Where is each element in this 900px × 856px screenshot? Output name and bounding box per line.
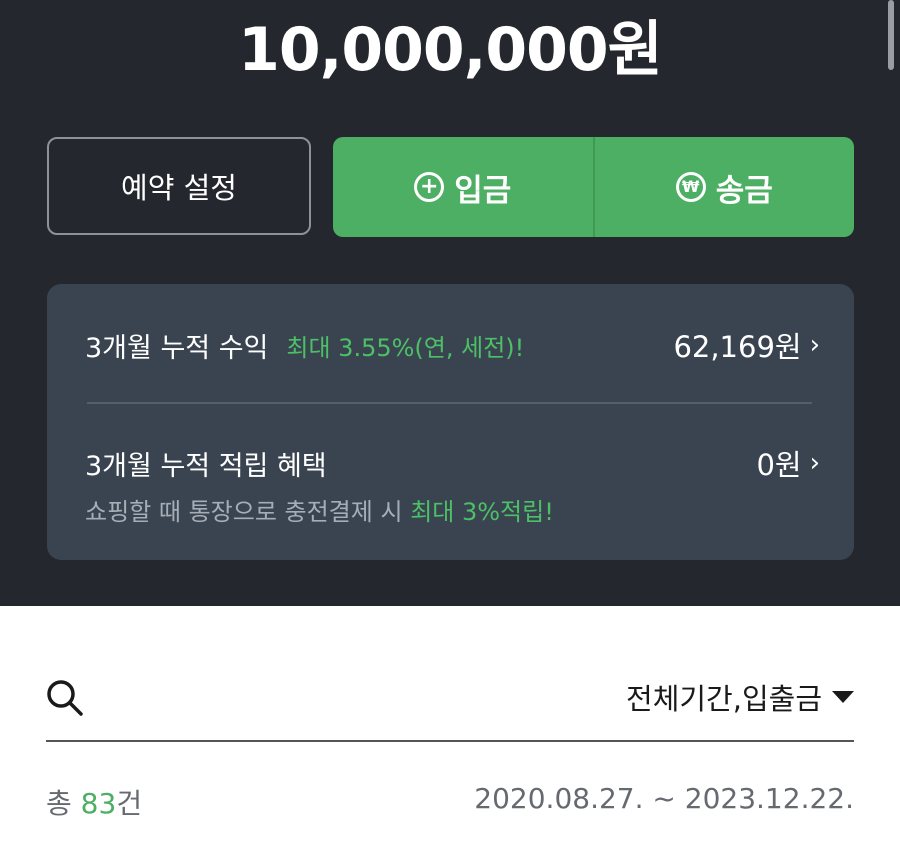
reward-row[interactable]: 3개월 누적 적립 혜택 0원 › [85,442,820,484]
period-filter-dropdown[interactable]: 전체기간,입출금 [626,676,854,718]
schedule-button-label: 예약 설정 [121,171,237,205]
reward-description-text: 쇼핑할 때 통장으로 충전결제 시 [85,498,411,526]
deposit-button-label: 입금 [454,172,512,209]
interest-value: 62,169원 [673,330,802,364]
transaction-count: 총 83건 [46,782,142,822]
period-filter-label: 전체기간,입출금 [626,682,822,716]
reward-value-group: 0원 › [756,442,820,484]
interest-title: 3개월 누적 수익 [85,332,269,364]
interest-rate: 최대 3.55%(연, 세전)! [286,333,525,362]
chevron-right-icon: › [809,330,820,360]
reward-value: 0원 [756,448,802,482]
caret-down-icon [832,691,854,703]
schedule-button[interactable]: 예약 설정 [47,137,311,235]
filter-divider [46,740,854,742]
reward-description: 쇼핑할 때 통장으로 충전결제 시 최대 3%적립! [85,492,554,527]
interest-value-group: 62,169원 › [673,324,820,366]
count-prefix: 총 [46,787,81,820]
interest-row[interactable]: 3개월 누적 수익 최대 3.55%(연, 세전)! 62,169원 › [85,324,820,366]
transfer-button-label: 송금 [715,172,773,209]
account-balance: 10,000,000원 [238,15,663,85]
card-divider [87,402,812,404]
chevron-right-icon: › [809,448,820,478]
reward-title: 3개월 누적 적립 혜택 [85,450,327,482]
transfer-button[interactable]: ₩ 송금 [595,137,855,237]
reward-description-highlight: 최대 3%적립! [410,498,554,526]
benefit-summary-card: 3개월 누적 수익 최대 3.55%(연, 세전)! 62,169원 › 3개월… [47,284,854,560]
plus-circle-icon: + [414,172,445,202]
action-button-group: + 입금 ₩ 송금 [333,137,854,237]
won-circle-icon: ₩ [675,172,706,202]
date-range: 2020.08.27. ~ 2023.12.22. [474,782,854,815]
deposit-button[interactable]: + 입금 [333,137,593,237]
count-value: 83 [80,787,117,820]
count-suffix: 건 [116,787,143,820]
search-icon[interactable] [45,678,85,718]
account-header: 10,000,000원 예약 설정 + 입금 ₩ 송금 3개월 누적 수익 최대… [0,0,900,606]
